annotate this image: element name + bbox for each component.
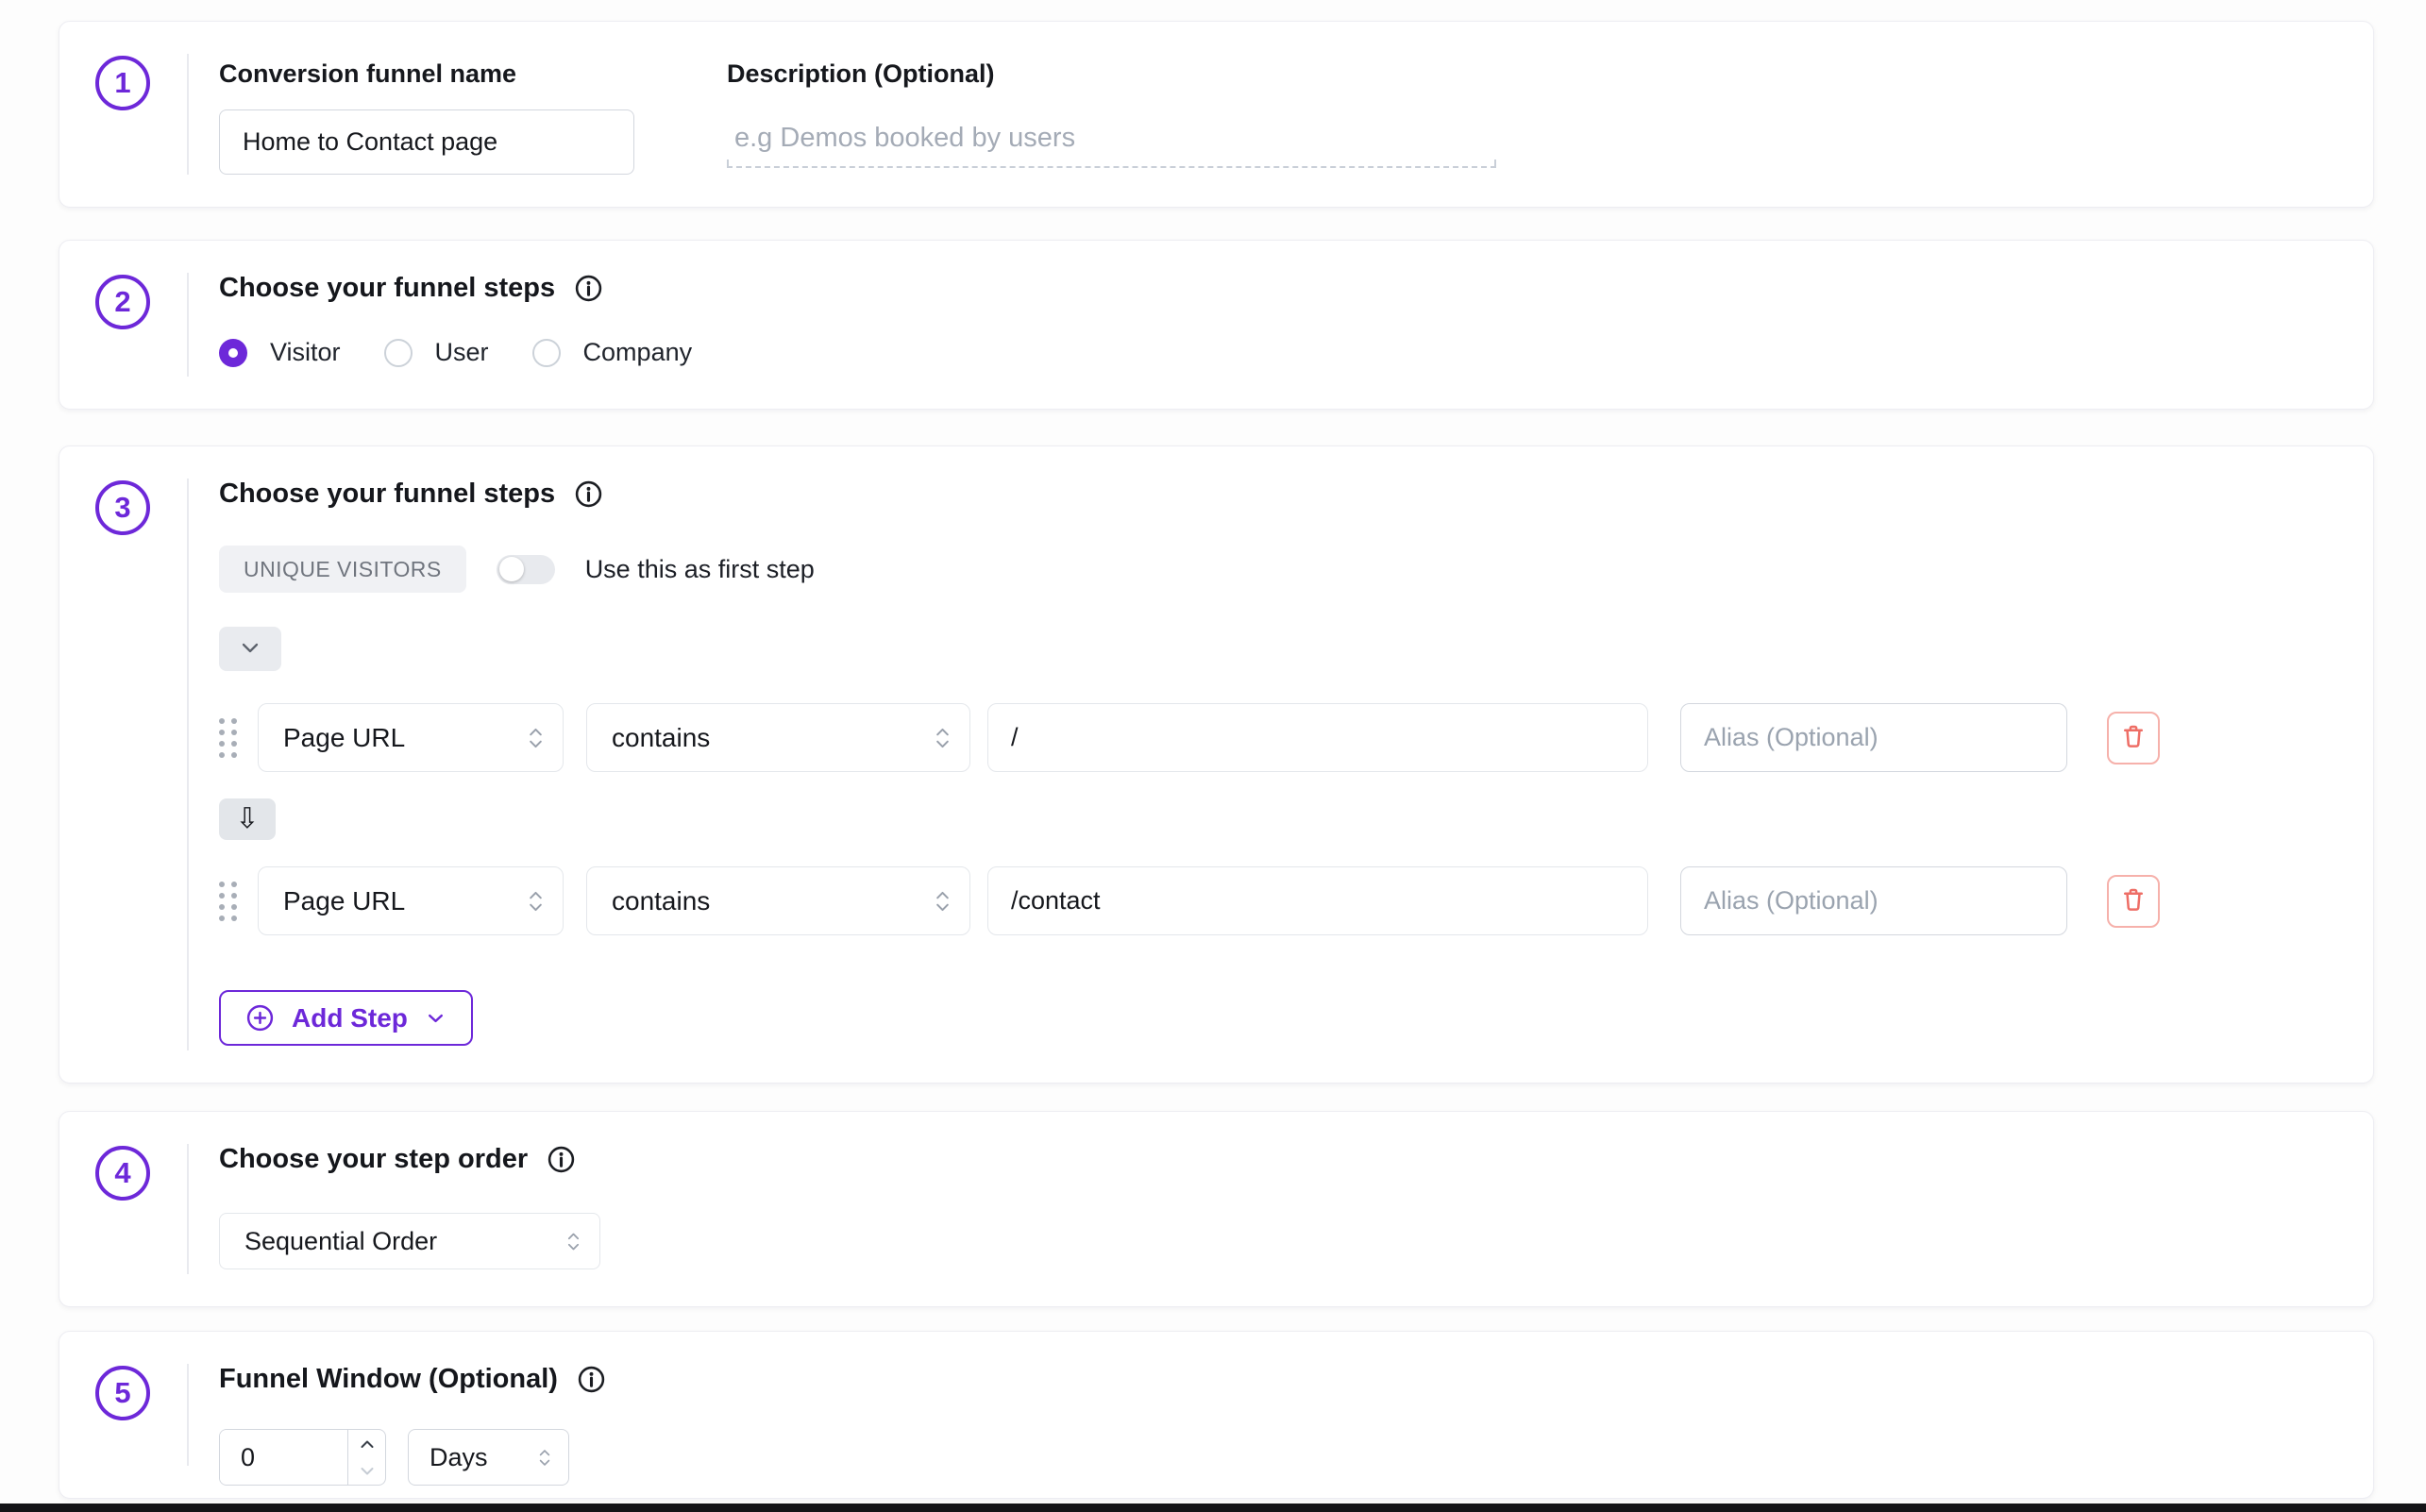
funnel-step-row-2: Page URL contains xyxy=(219,866,2335,935)
funnel-window-number-field xyxy=(219,1429,386,1486)
funnel-name-group: Conversion funnel name xyxy=(219,59,634,175)
step-value-input[interactable] xyxy=(987,703,1648,772)
radio-visitor-label: Visitor xyxy=(270,338,341,367)
chevron-down-icon xyxy=(425,1007,446,1029)
field-select-value: Page URL xyxy=(283,886,405,916)
window-unit-select[interactable]: Days xyxy=(408,1429,569,1486)
description-input[interactable] xyxy=(727,109,1496,168)
radio-user-label: User xyxy=(435,338,489,367)
entity-type-title: Choose your funnel steps xyxy=(219,273,555,304)
drag-handle-icon[interactable] xyxy=(219,718,237,758)
step-number-column: 4 xyxy=(59,1144,187,1274)
first-step-toggle[interactable] xyxy=(497,555,555,584)
step-5-number: 5 xyxy=(95,1366,150,1420)
field-select[interactable]: Page URL xyxy=(258,703,564,772)
funnel-name-label: Conversion funnel name xyxy=(219,59,634,89)
radio-user[interactable]: User xyxy=(384,338,489,367)
radio-visitor-control[interactable] xyxy=(219,339,247,367)
toggle-knob xyxy=(499,557,524,581)
double-caret-icon xyxy=(528,888,544,915)
entity-radio-group: Visitor User Company xyxy=(219,338,2335,367)
stepper-up-button[interactable] xyxy=(348,1430,385,1457)
plus-circle-icon xyxy=(245,1003,275,1033)
operator-select[interactable]: contains xyxy=(586,703,970,772)
double-caret-icon xyxy=(935,725,951,751)
info-icon[interactable] xyxy=(574,479,603,509)
card-funnel-steps: 3 Choose your funnel steps UNIQUE VISITO… xyxy=(59,445,2374,1084)
add-step-button[interactable]: Add Step xyxy=(219,990,473,1046)
stepper-down-button[interactable] xyxy=(348,1457,385,1485)
drag-handle-icon[interactable] xyxy=(219,882,237,921)
info-icon[interactable] xyxy=(577,1365,606,1394)
step-order-title: Choose your step order xyxy=(219,1144,528,1175)
trash-icon xyxy=(2119,722,2148,753)
step-order-select-value: Sequential Order xyxy=(244,1227,437,1256)
card-entity-type: 2 Choose your funnel steps Visitor User xyxy=(59,240,2374,410)
alias-input[interactable] xyxy=(1680,703,2067,772)
radio-company[interactable]: Company xyxy=(532,338,693,367)
description-group: Description (Optional) xyxy=(727,59,1496,175)
collapse-step-button[interactable] xyxy=(219,627,281,671)
delete-step-button[interactable] xyxy=(2107,875,2160,928)
operator-select-value: contains xyxy=(612,723,710,753)
operator-select[interactable]: contains xyxy=(586,866,970,935)
window-bottom-edge xyxy=(0,1504,2426,1512)
step-4-number: 4 xyxy=(95,1146,150,1201)
step-value-input[interactable] xyxy=(987,866,1648,935)
funnel-builder-form: 1 Conversion funnel name Description (Op… xyxy=(59,0,2374,1499)
double-caret-icon xyxy=(566,1230,581,1253)
info-icon[interactable] xyxy=(547,1145,576,1174)
step-number-column: 3 xyxy=(59,479,187,1050)
down-arrow-icon: ⇩ xyxy=(235,805,259,833)
field-select-value: Page URL xyxy=(283,723,405,753)
card-step-order: 4 Choose your step order Sequential Orde… xyxy=(59,1111,2374,1307)
double-caret-icon xyxy=(538,1447,551,1469)
number-stepper xyxy=(347,1430,385,1485)
field-select[interactable]: Page URL xyxy=(258,866,564,935)
funnel-name-input[interactable] xyxy=(219,109,634,175)
window-unit-value: Days xyxy=(430,1443,488,1472)
funnel-window-input[interactable] xyxy=(220,1430,347,1485)
first-step-toggle-label: Use this as first step xyxy=(585,555,815,584)
step-1-number: 1 xyxy=(95,56,150,110)
radio-user-control[interactable] xyxy=(384,339,413,367)
card-funnel-window: 5 Funnel Window (Optional) xyxy=(59,1331,2374,1499)
step-number-column: 2 xyxy=(59,273,187,377)
insert-step-between-button[interactable]: ⇩ xyxy=(219,798,276,840)
radio-visitor[interactable]: Visitor xyxy=(219,338,341,367)
step-order-select[interactable]: Sequential Order xyxy=(219,1213,600,1269)
step-number-column: 5 xyxy=(59,1364,187,1466)
description-label: Description (Optional) xyxy=(727,59,1496,89)
card-funnel-name: 1 Conversion funnel name Description (Op… xyxy=(59,21,2374,208)
funnel-step-row-1: Page URL contains xyxy=(219,703,2335,772)
radio-company-label: Company xyxy=(583,338,693,367)
funnel-steps-title: Choose your funnel steps xyxy=(219,479,555,510)
delete-step-button[interactable] xyxy=(2107,712,2160,764)
description-field xyxy=(727,109,1496,168)
info-icon[interactable] xyxy=(574,274,603,303)
step-3-number: 3 xyxy=(95,480,150,535)
step-2-number: 2 xyxy=(95,275,150,329)
unique-visitors-badge: UNIQUE VISITORS xyxy=(219,546,466,593)
double-caret-icon xyxy=(935,888,951,915)
alias-input[interactable] xyxy=(1680,866,2067,935)
double-caret-icon xyxy=(528,725,544,751)
trash-icon xyxy=(2119,885,2148,916)
funnel-window-title: Funnel Window (Optional) xyxy=(219,1364,558,1395)
add-step-label: Add Step xyxy=(292,1003,408,1033)
chevron-down-icon xyxy=(239,636,261,662)
step-number-column: 1 xyxy=(59,54,187,175)
operator-select-value: contains xyxy=(612,886,710,916)
radio-company-control[interactable] xyxy=(532,339,561,367)
